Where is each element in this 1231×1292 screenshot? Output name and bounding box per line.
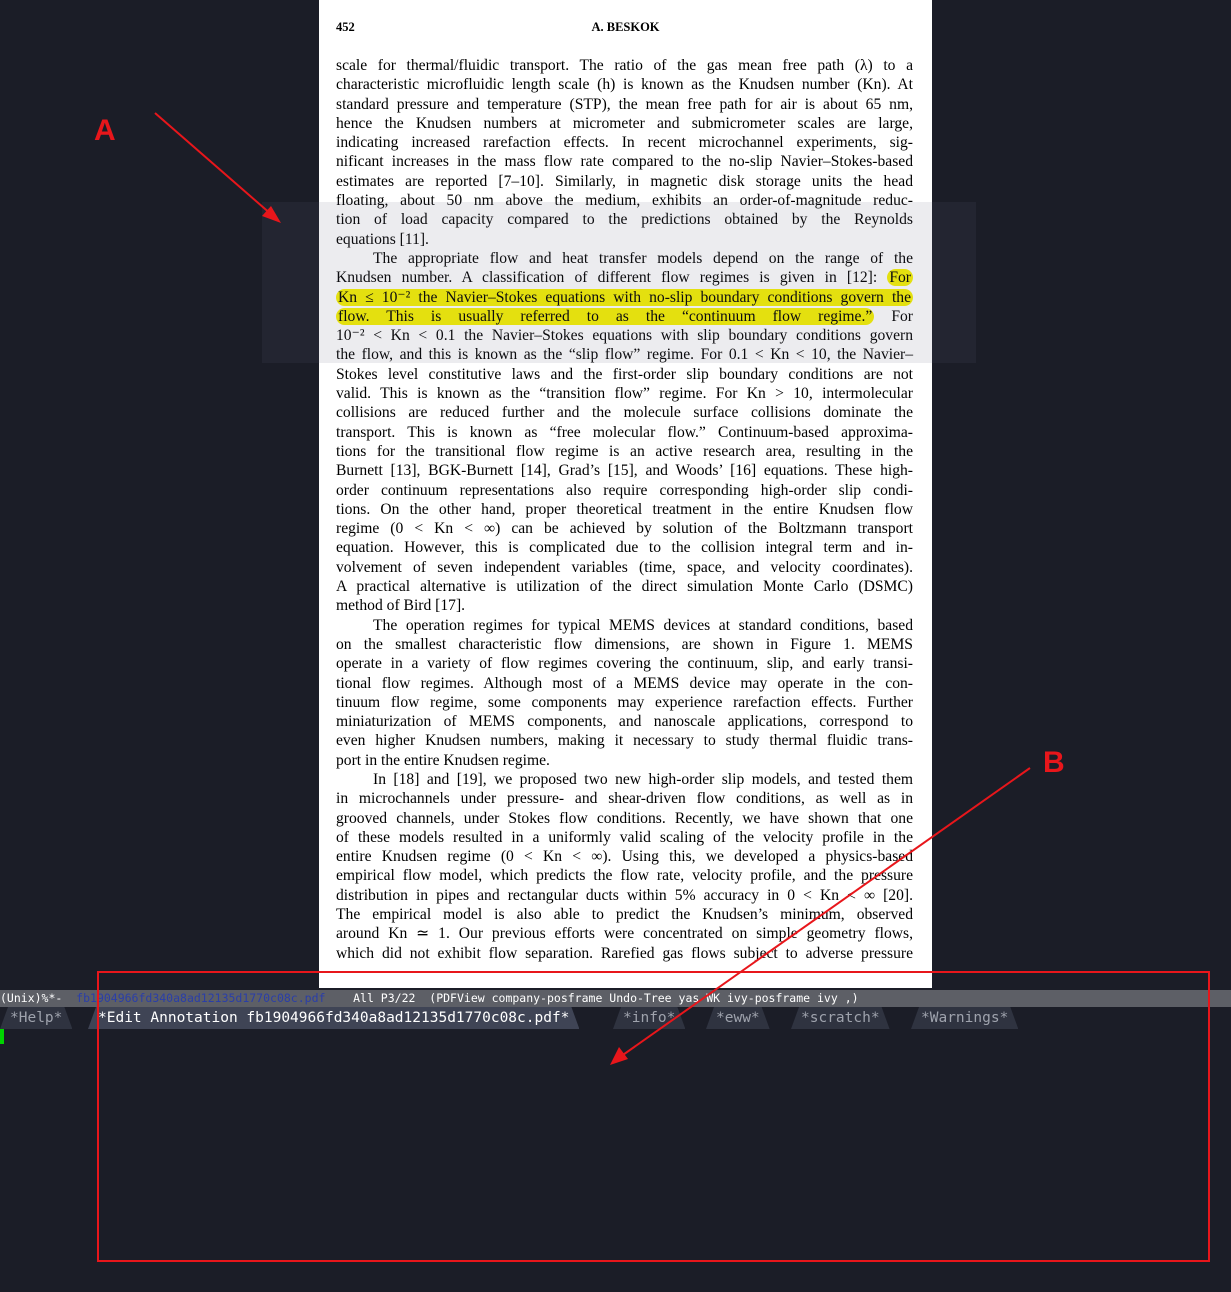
text-line: characteristic microfluidic length scale… [336,76,913,94]
tab-edit-annotation[interactable]: *Edit Annotation fb1904966fd340a8ad12135… [88,1007,579,1029]
text-line: of these models resulted in a uniformly … [336,828,913,846]
running-head: A. BESKOK [591,20,660,34]
text-line: scale for thermal/fluidic transport. The… [336,57,913,74]
text-line: operate in a variety of flow regimes cov… [336,655,913,673]
text-line: miniaturization of MEMS components, and … [336,713,913,731]
text-line: tions for the transitional flow regime i… [336,442,913,460]
text-line: even higher Knudsen numbers, making it n… [336,732,913,750]
text-line: Knudsen number. A classification of diff… [336,268,913,287]
text-line: The appropriate flow and heat transfer m… [373,249,913,267]
modeline-status: (Unix)%*- [0,991,77,1005]
page-body-text: scale for thermal/fluidic transport. The… [336,56,913,963]
text-line: around Kn ≃ 1. Our previous efforts were… [336,925,913,943]
text-cursor [0,1029,4,1044]
text-line: The operation regimes for typical MEMS d… [373,616,913,634]
text-line: in microchannels under pressure- and she… [336,790,913,808]
tab-info[interactable]: *info* [613,1007,685,1029]
text-line: indicating increased rarefaction effects… [336,134,913,152]
arrow-a [154,112,281,223]
text-line: empirical flow model, which predicts the… [336,867,913,885]
modeline-filename[interactable]: fb1904966fd340a8ad12135d1770c08c.pdf [76,991,325,1005]
text-line: method of Bird [17]. [336,597,466,615]
text-line: tions. On the other hand, proper theoret… [336,500,913,518]
text-line: equation. However, this is complicated d… [336,539,913,557]
text-segment: For [891,307,913,325]
text-line: The empirical model is also able to pred… [336,906,913,924]
text-line: the flow, and this is known as the “slip… [336,346,913,364]
modeline-position: All P3/22 [325,991,430,1005]
text-line: entire Knudsen regime (0 < Kn < ∞). Usin… [336,848,913,866]
text-line: Stokes level constitutive laws and the f… [336,365,913,383]
text-line: tional flow regimes. Although most of a … [336,674,913,692]
text-line: equations [11]. [336,230,429,248]
text-line: In [18] and [19], we proposed two new hi… [373,770,913,788]
tab-help[interactable]: *Help* [0,1007,72,1029]
text-line: estimates are reported [7–10]. Similarly… [336,172,913,190]
text-line: on the smallest characteristic flow dime… [336,635,913,653]
text-line: hence the Knudsen numbers at micrometer … [336,114,913,132]
annotation-label-b: B [1043,746,1065,779]
text-line: valid. This is known as the “transition … [336,385,913,403]
mode-line: (Unix)%*- fb1904966fd340a8ad12135d1770c0… [0,990,1231,1007]
text-line: floating, about 50 nm above the medium, … [336,192,913,210]
highlight-annotation[interactable]: Kn ≤ 10⁻² the Navier–Stokes equations wi… [336,288,913,306]
text-line: nificant increases in the mass flow rate… [336,153,913,171]
tab-bar: *Help* *Edit Annotation fb1904966fd340a8… [0,1007,1231,1029]
text-line: transport. This is known as “free molecu… [336,423,913,441]
text-line: volvement of seven independent variables… [336,558,913,576]
text-line: distribution in pipes and rectangular du… [336,886,913,904]
text-line: tion of load capacity compared to the pr… [336,211,913,229]
text-line: tinuum flow regime, some components may … [336,693,913,711]
modeline-modes[interactable]: (PDFView company-posframe Undo-Tree yas … [429,991,858,1005]
text-line: collisions are reduced further and the m… [336,404,913,422]
tab-eww[interactable]: *eww* [706,1007,770,1029]
text-segment: Knudsen number. A classification of diff… [336,269,878,287]
highlight-annotation[interactable]: For [887,269,913,287]
text-line: 10⁻² < Kn < 0.1 the Navier–Stokes equati… [336,327,913,345]
text-line: Kn ≤ 10⁻² the Navier–Stokes equations wi… [336,288,913,307]
text-line: flow. This is usually referred to as the… [336,307,913,326]
highlight-annotation[interactable]: flow. This is usually referred to as the… [336,307,875,325]
annotation-label-a: A [94,114,116,147]
tab-scratch[interactable]: *scratch* [791,1007,890,1029]
text-line: which did not exhibit flow separation. R… [336,944,913,962]
text-line: regime (0 < Kn < ∞) can be achieved by s… [336,520,913,538]
text-line: A practical alternative is utilization o… [336,578,913,596]
tab-warnings[interactable]: *Warnings* [911,1007,1018,1029]
text-line: grooved channels, under Stokes flow cond… [336,809,913,827]
text-line: order continuum representations also req… [336,481,913,499]
text-line: Burnett [13], BGK-Burnett [14], Grad’s [… [336,462,913,480]
pdf-page: 452 A. BESKOK scale for thermal/fluidic … [319,0,932,988]
text-line: standard pressure and temperature (STP),… [336,95,913,113]
text-line: port in the entire Knudsen regime. [336,751,550,769]
